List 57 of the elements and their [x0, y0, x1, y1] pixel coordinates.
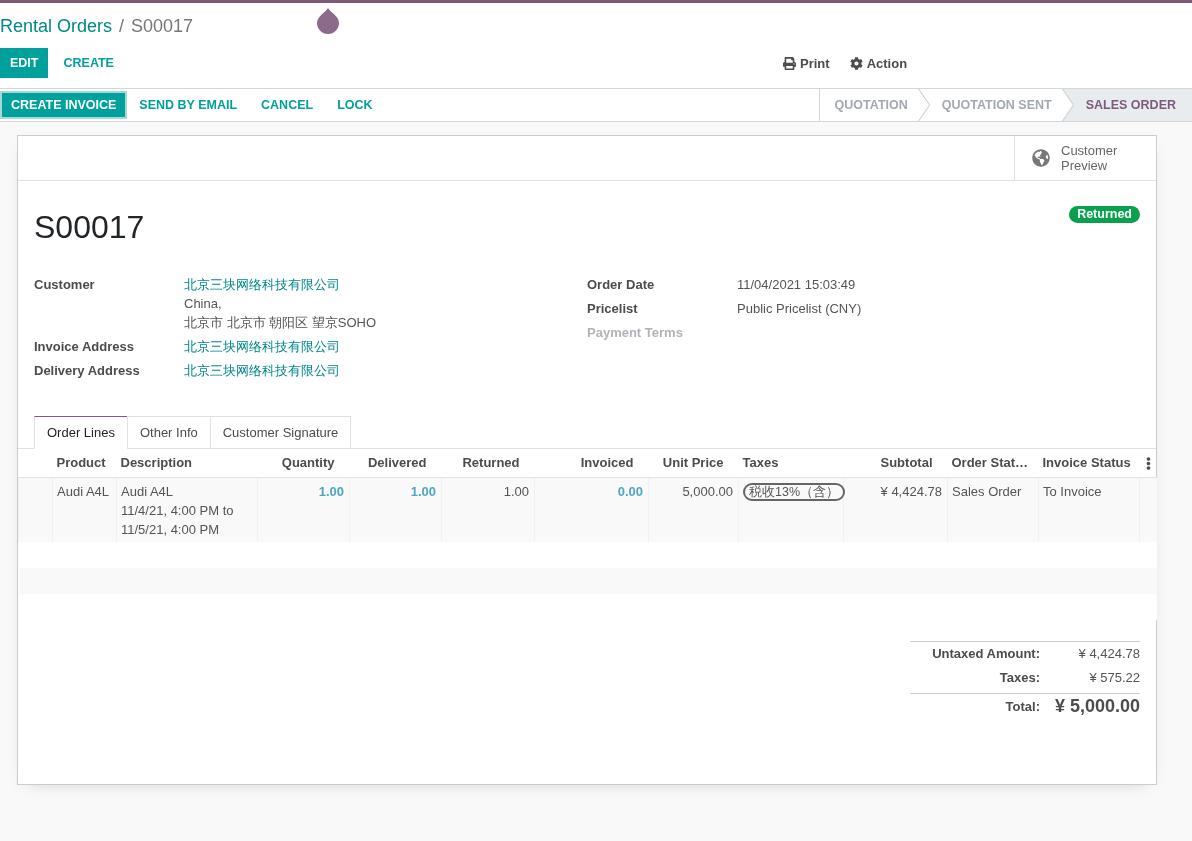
totals-label: Untaxed Amount: [932, 646, 1040, 661]
table-cell: 0.00 [534, 477, 649, 542]
column-header[interactable]: Description [116, 449, 258, 477]
column-header[interactable]: Taxes [738, 449, 844, 477]
table-cell: To Invoice [1038, 477, 1140, 542]
breadcrumb-link[interactable]: Rental Orders [0, 14, 113, 38]
breadcrumb-separator: / [119, 15, 125, 38]
column-header[interactable]: Quantity [257, 449, 350, 477]
address-text: China, 北京市 北京市 朝阳区 望京SOHO [184, 295, 377, 332]
field-label: Delivery Address [34, 362, 140, 380]
notebook-tab[interactable]: Order Lines [34, 416, 128, 449]
column-header[interactable]: Product [52, 449, 117, 477]
status-badge: Returned [1069, 206, 1140, 223]
column-header[interactable]: Invoice Status [1038, 449, 1140, 477]
kebab-icon[interactable] [1145, 457, 1151, 471]
field-label: Customer [34, 276, 95, 294]
globe-icon [1032, 149, 1050, 167]
teardrop-icon [317, 8, 339, 34]
action-button[interactable]: Action [849, 50, 908, 76]
table-cell: ¥ 4,424.78 [843, 477, 948, 542]
printer-icon [783, 56, 796, 70]
table-cell: 5,000.00 [648, 477, 739, 542]
column-header[interactable]: Invoiced [534, 449, 649, 477]
table-cell: 1.00 [441, 477, 535, 542]
gear-icon [849, 56, 863, 70]
column-header[interactable]: Order Stat… [947, 449, 1039, 477]
print-button[interactable]: Print [783, 50, 830, 76]
column-header[interactable]: Delivered [349, 449, 442, 477]
column-header[interactable]: Subtotal [843, 449, 948, 477]
field-link[interactable]: 北京三块网络科技有限公司 [184, 275, 340, 294]
notebook-tab[interactable]: Customer Signature [209, 416, 352, 449]
record-title: S00017 [34, 208, 145, 247]
totals-value: ¥ 5,000.00 [1054, 695, 1140, 717]
totals-value: ¥ 575.22 [1089, 670, 1140, 685]
column-header[interactable]: Returned [441, 449, 535, 477]
table-cell: 1.00 [257, 477, 350, 542]
field-value: 11/04/2021 15:03:49 [737, 276, 856, 294]
field-label: Pricelist [587, 300, 638, 318]
column-header[interactable]: Unit Price [648, 449, 739, 477]
field-label: Invoice Address [34, 338, 134, 356]
field-link[interactable]: 北京三块网络科技有限公司 [184, 337, 340, 356]
totals-label: Taxes: [999, 670, 1040, 685]
totals-value: ¥ 4,424.78 [1078, 646, 1140, 661]
table-cell: Audi A4L [52, 477, 117, 542]
field-label: Payment Terms [587, 324, 683, 342]
totals-label: Total: [1005, 698, 1040, 714]
field-link[interactable]: 北京三块网络科技有限公司 [184, 361, 340, 380]
notebook-tab[interactable]: Other Info [126, 416, 211, 449]
table-cell: 1.00 [349, 477, 442, 542]
table-cell: Sales Order [947, 477, 1039, 542]
field-value: Public Pricelist (CNY) [737, 300, 862, 318]
breadcrumb-current: S00017 [131, 15, 194, 38]
tax-tag: 税收13%（含） [743, 482, 846, 501]
preview-button[interactable]: Customer Preview [1014, 136, 1156, 180]
field-label: Order Date [587, 276, 655, 294]
status-stage[interactable]: SALES ORDER [1061, 89, 1192, 121]
table-cell: Audi A4L 11/4/21, 4:00 PM to 11/5/21, 4:00 PM [116, 477, 258, 542]
